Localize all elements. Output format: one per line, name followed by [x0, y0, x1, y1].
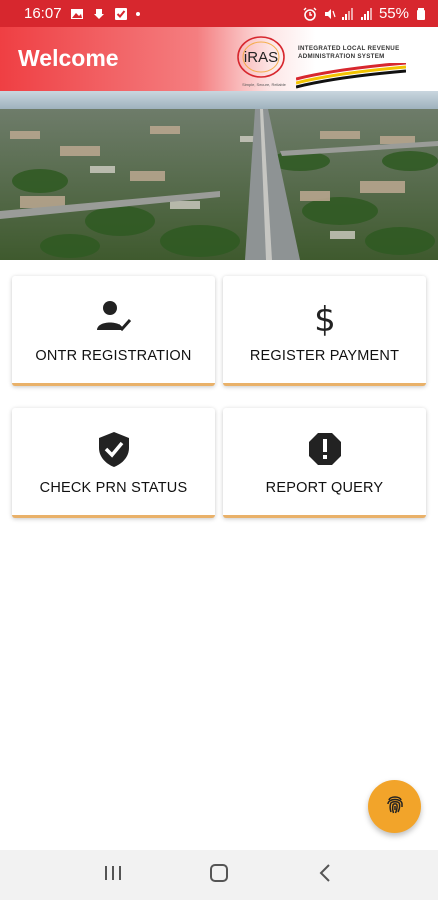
shield-check-icon — [95, 430, 133, 468]
battery-percent: 55% — [378, 5, 409, 22]
logo-tagline: Simple, Secure, Reliable — [242, 82, 286, 87]
silent-icon — [322, 7, 336, 21]
fingerprint-icon — [383, 792, 407, 821]
recents-icon — [103, 864, 123, 887]
signal-1-icon — [341, 7, 355, 21]
city-banner-image — [0, 91, 438, 260]
back-icon — [318, 863, 332, 888]
recents-button[interactable] — [93, 855, 133, 895]
card-label: REPORT QUERY — [265, 480, 384, 496]
check-prn-status-card[interactable]: CHECK PRN STATUS — [12, 408, 215, 518]
logo-text: iRAS — [244, 49, 278, 66]
register-payment-card[interactable]: $ REGISTER PAYMENT — [223, 276, 426, 386]
status-time: 16:07 — [24, 5, 62, 22]
system-nav-bar — [0, 850, 438, 900]
ontr-registration-card[interactable]: ONTR REGISTRATION — [12, 276, 215, 386]
home-icon — [209, 863, 229, 888]
card-label: ONTR REGISTRATION — [35, 348, 192, 364]
gallery-icon — [70, 7, 84, 21]
iras-logo: iRAS — [237, 36, 285, 78]
app-header: Welcome iRAS Simple, Secure, Reliable IN… — [0, 27, 438, 91]
notification-dot-icon — [135, 11, 140, 16]
card-label: CHECK PRN STATUS — [39, 480, 188, 496]
card-label: REGISTER PAYMENT — [249, 348, 400, 364]
home-button[interactable] — [199, 855, 239, 895]
page-title: Welcome — [18, 45, 119, 71]
fingerprint-button[interactable] — [368, 780, 421, 833]
report-query-card[interactable]: REPORT QUERY — [223, 408, 426, 518]
status-bar: 16:07 55% — [0, 0, 438, 27]
back-button[interactable] — [305, 855, 345, 895]
battery-icon — [414, 7, 428, 21]
checkbox-icon — [114, 7, 128, 21]
download-icon — [92, 7, 106, 21]
alert-circle-icon — [306, 430, 344, 468]
flag-stripes — [296, 63, 406, 89]
dollar-icon: $ — [306, 298, 344, 336]
svg-text:$: $ — [314, 300, 336, 336]
org-name: INTEGRATED LOCAL REVENUE ADMINISTRATION … — [298, 45, 400, 60]
alarm-icon — [303, 7, 317, 21]
signal-2-icon — [360, 7, 374, 21]
person-check-icon — [95, 298, 133, 336]
